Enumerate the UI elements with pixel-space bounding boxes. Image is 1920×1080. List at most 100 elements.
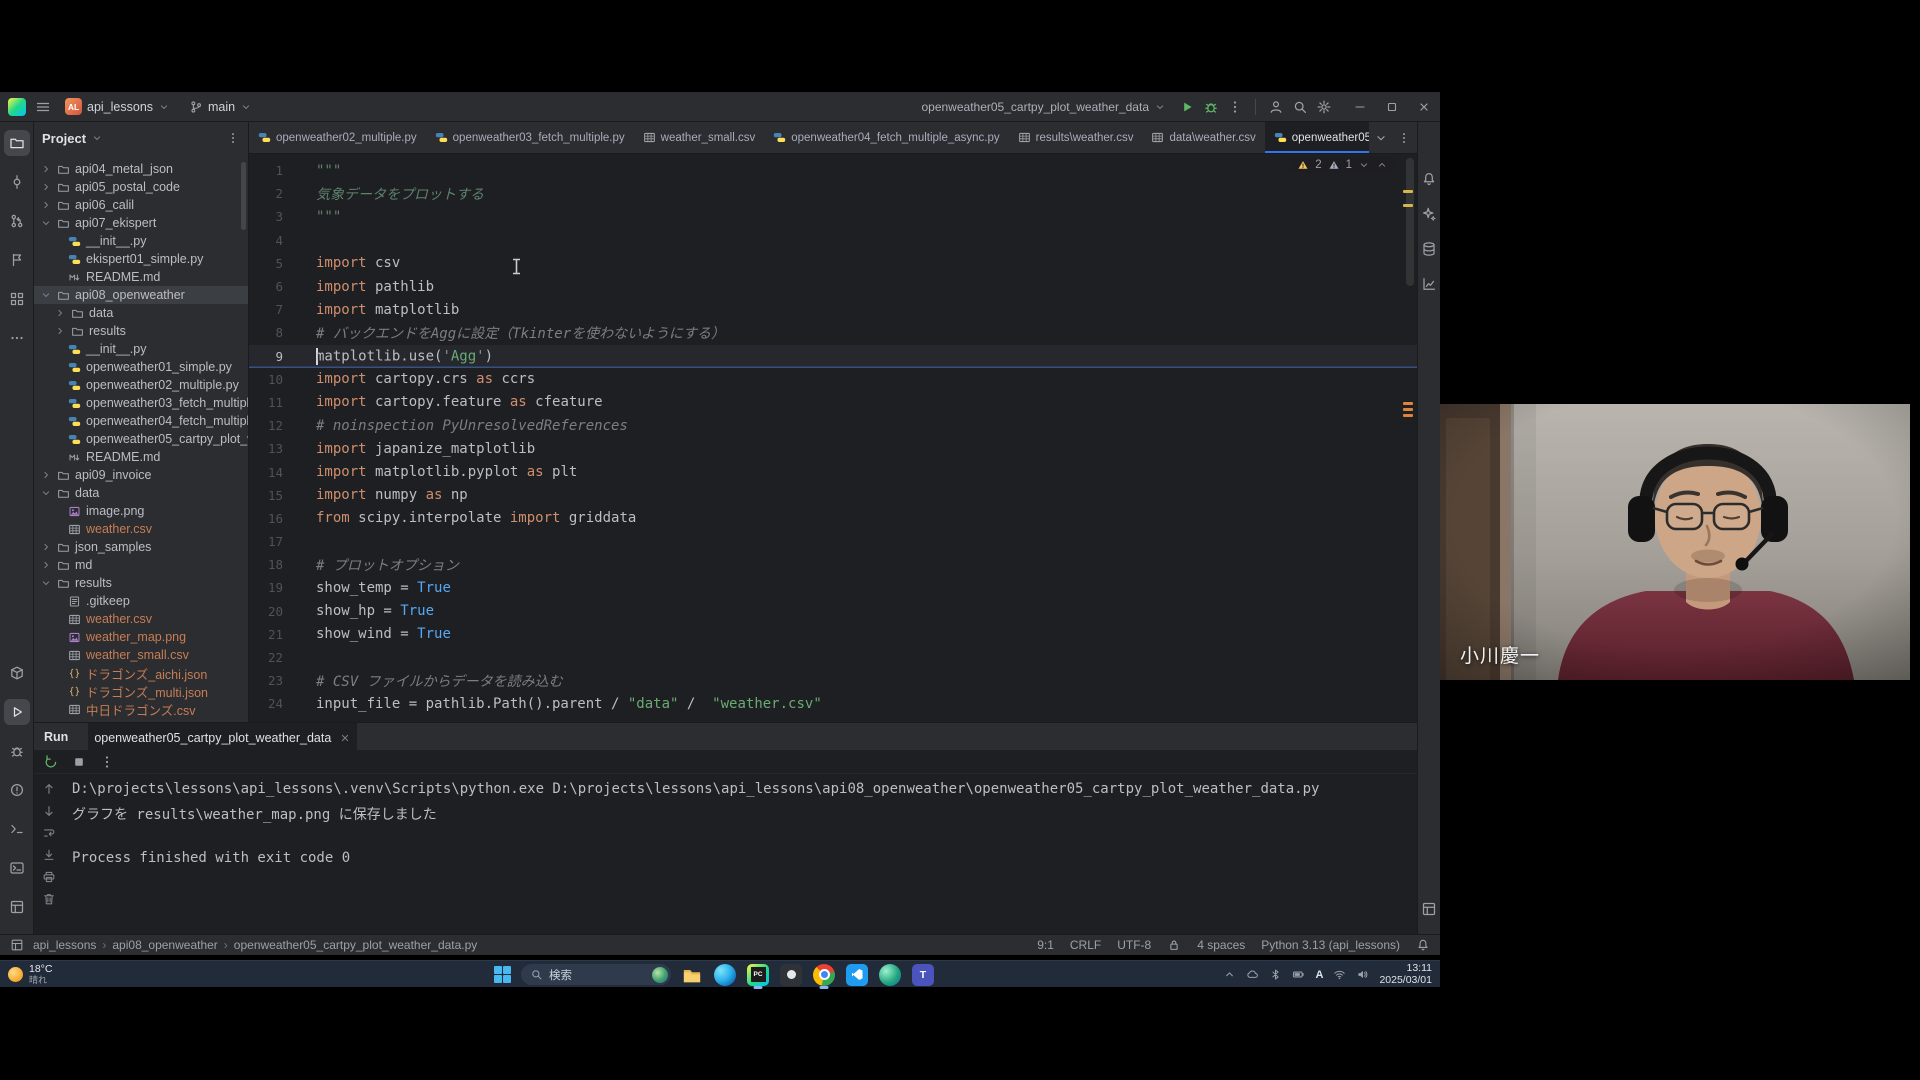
project-tree-item[interactable]: results xyxy=(34,574,248,592)
line-number[interactable]: 11 xyxy=(249,395,309,410)
project-tree-item[interactable]: data xyxy=(34,484,248,502)
line-number[interactable]: 19 xyxy=(249,580,309,595)
battery-icon[interactable] xyxy=(1292,968,1305,981)
line-number[interactable]: 12 xyxy=(249,418,309,433)
line-number[interactable]: 4 xyxy=(249,233,309,248)
line-number[interactable]: 13 xyxy=(249,441,309,456)
tree-expand-icon[interactable] xyxy=(40,199,52,211)
ime-indicator[interactable]: A xyxy=(1315,969,1323,981)
editor-tab[interactable]: data\weather.csv xyxy=(1142,122,1264,153)
project-tree-item[interactable]: README.md xyxy=(34,448,248,466)
search-everywhere-icon[interactable] xyxy=(1292,99,1308,115)
project-tree-item[interactable]: md xyxy=(34,556,248,574)
inspections-widget[interactable]: 21 xyxy=(1290,157,1395,173)
stop-button[interactable] xyxy=(71,754,87,770)
editor-tab[interactable]: weather_small.csv xyxy=(634,122,765,153)
taskbar-edge-beta-icon[interactable] xyxy=(879,964,901,986)
taskbar-search[interactable]: 検索 xyxy=(521,964,671,985)
services-tool-icon[interactable] xyxy=(4,894,30,920)
project-tree-item[interactable]: openweather03_fetch_multiple.py xyxy=(34,394,248,412)
run-console[interactable]: D:\projects\lessons\api_lessons\.venv\Sc… xyxy=(64,774,1417,934)
run-tool-icon[interactable] xyxy=(4,699,30,725)
project-tree-item[interactable]: json_samples xyxy=(34,538,248,556)
taskbar-file-explorer-icon[interactable] xyxy=(681,964,703,986)
database-tool-icon[interactable] xyxy=(1419,238,1439,260)
line-number[interactable]: 8 xyxy=(249,325,309,340)
project-tree-item[interactable]: image.png xyxy=(34,502,248,520)
tree-collapse-icon[interactable] xyxy=(40,577,52,589)
project-tree-item[interactable]: ekispert01_simple.py xyxy=(34,250,248,268)
taskbar-chrome-icon[interactable] xyxy=(813,964,835,986)
sciview-tool-icon[interactable] xyxy=(1419,273,1439,295)
main-menu-icon[interactable] xyxy=(35,99,51,115)
line-number[interactable]: 10 xyxy=(249,372,309,387)
structure-tool-icon[interactable] xyxy=(4,286,30,312)
line-number[interactable]: 20 xyxy=(249,604,309,619)
line-number[interactable]: 17 xyxy=(249,534,309,549)
maximize-button[interactable] xyxy=(1376,92,1408,122)
line-number[interactable]: 2 xyxy=(249,186,309,201)
commit-tool-icon[interactable] xyxy=(4,169,30,195)
soft-wrap-icon[interactable] xyxy=(42,826,56,840)
editor-layout-tool-icon[interactable] xyxy=(1419,898,1439,920)
tree-expand-icon[interactable] xyxy=(54,307,66,319)
project-tree-item[interactable]: openweather02_multiple.py xyxy=(34,376,248,394)
notifications-icon[interactable] xyxy=(1416,938,1430,952)
project-tree-item[interactable]: weather.csv xyxy=(34,610,248,628)
onedrive-icon[interactable] xyxy=(1246,968,1259,981)
editor-tab[interactable]: openweather02_multiple.py xyxy=(249,122,426,153)
terminal-tool-icon[interactable] xyxy=(4,816,30,842)
tree-collapse-icon[interactable] xyxy=(40,487,52,499)
project-tree-item[interactable]: weather_map.png xyxy=(34,628,248,646)
close-button[interactable] xyxy=(1408,92,1440,122)
python-console-tool-icon[interactable] xyxy=(4,855,30,881)
debug-button[interactable] xyxy=(1203,99,1219,115)
project-tree-item[interactable]: __init__.py xyxy=(34,232,248,250)
line-number[interactable]: 6 xyxy=(249,279,309,294)
project-tree-item[interactable]: openweather04_fetch_multiple_asyn xyxy=(34,412,248,430)
breadcrumb-item[interactable]: openweather05_cartpy_plot_weather_data.p… xyxy=(234,938,478,952)
line-number[interactable]: 7 xyxy=(249,302,309,317)
tray-overflow-icon[interactable] xyxy=(1223,968,1236,981)
close-run-tab-icon[interactable] xyxy=(339,732,351,744)
start-button[interactable] xyxy=(494,966,511,983)
project-tree-item[interactable]: api07_ekispert xyxy=(34,214,248,232)
line-number[interactable]: 14 xyxy=(249,465,309,480)
project-tree-item[interactable]: openweather05_cartpy_plot_weathe xyxy=(34,430,248,448)
rerun-button[interactable] xyxy=(43,754,59,770)
project-tree-item[interactable]: api09_invoice xyxy=(34,466,248,484)
volume-icon[interactable] xyxy=(1356,968,1369,981)
editor-tab[interactable]: openweather04_fetch_multiple_async.py xyxy=(764,122,1008,153)
python-interpreter[interactable]: Python 3.13 (api_lessons) xyxy=(1261,938,1400,952)
project-tree-item[interactable]: 中日ドラゴンズ.csv xyxy=(34,700,248,718)
tree-expand-icon[interactable] xyxy=(40,163,52,175)
next-problem-icon[interactable] xyxy=(1358,159,1370,171)
python-packages-tool-icon[interactable] xyxy=(4,660,30,686)
project-scrollbar[interactable] xyxy=(241,162,246,230)
profile-icon[interactable] xyxy=(1268,99,1284,115)
down-stack-trace-icon[interactable] xyxy=(42,804,56,818)
caret-position[interactable]: 9:1 xyxy=(1037,938,1054,952)
project-tree-item[interactable]: api08_openweather xyxy=(34,286,248,304)
line-number[interactable]: 18 xyxy=(249,557,309,572)
project-tree-item[interactable]: .gitkeep xyxy=(34,592,248,610)
project-tree-item[interactable]: api05_postal_code xyxy=(34,178,248,196)
settings-icon[interactable] xyxy=(1316,99,1332,115)
project-tree[interactable]: api04_metal_jsonapi05_postal_codeapi06_c… xyxy=(34,154,248,722)
lock-icon[interactable] xyxy=(1167,938,1181,952)
taskbar-vscode-icon[interactable] xyxy=(846,964,868,986)
wifi-icon[interactable] xyxy=(1333,968,1346,981)
line-number[interactable]: 22 xyxy=(249,650,309,665)
pull-requests-tool-icon[interactable] xyxy=(4,208,30,234)
branch-widget[interactable]: main xyxy=(184,98,257,116)
taskbar-clock[interactable]: 13:11 2025/03/01 xyxy=(1379,963,1432,986)
indent-style[interactable]: 4 spaces xyxy=(1197,938,1245,952)
project-options-icon[interactable] xyxy=(226,131,240,145)
scroll-to-end-icon[interactable] xyxy=(42,848,56,862)
project-tree-item[interactable]: ドラゴンズ_multi.json xyxy=(34,682,248,700)
line-number[interactable]: 1 xyxy=(249,163,309,178)
line-separator[interactable]: CRLF xyxy=(1070,938,1101,952)
project-tool-icon[interactable] xyxy=(4,130,30,156)
project-tree-item[interactable]: api06_calil xyxy=(34,196,248,214)
line-number[interactable]: 3 xyxy=(249,209,309,224)
